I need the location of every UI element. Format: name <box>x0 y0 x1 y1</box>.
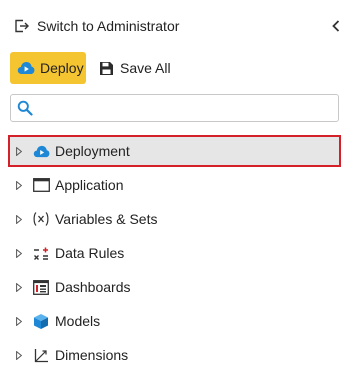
search-icon <box>17 100 33 116</box>
expand-caret-icon[interactable] <box>16 350 24 360</box>
tree-item-dashboards[interactable]: Dashboards <box>8 271 341 303</box>
plus-minus-rules-icon <box>32 244 50 262</box>
tree-item-application[interactable]: Application <box>8 169 341 201</box>
toolbar: Deploy Save All <box>10 52 171 84</box>
axis-icon <box>32 346 50 364</box>
cloud-deploy-icon <box>17 60 35 76</box>
tree-item-dimensions[interactable]: Dimensions <box>8 339 341 371</box>
tree-item-variables-and-sets[interactable]: Variables & Sets <box>8 203 341 235</box>
expand-caret-icon[interactable] <box>16 146 24 156</box>
chevron-left-icon <box>332 20 340 32</box>
expand-caret-icon[interactable] <box>16 282 24 292</box>
expand-caret-icon[interactable] <box>16 214 24 224</box>
tree-item-models[interactable]: Models <box>8 305 341 337</box>
exit-icon <box>14 19 29 33</box>
cube-icon <box>32 312 50 330</box>
search-input[interactable] <box>37 97 327 119</box>
tree-item-deployment[interactable]: Deployment <box>8 135 341 167</box>
tree-item-label: Data Rules <box>55 245 125 261</box>
top-bar: Switch to Administrator <box>0 0 349 52</box>
expand-caret-icon[interactable] <box>16 316 24 326</box>
expand-caret-icon[interactable] <box>16 180 24 190</box>
tree-item-label: Models <box>55 313 101 329</box>
dashboard-grid-icon <box>32 278 50 296</box>
save-all-button[interactable]: Save All <box>99 52 171 84</box>
cloud-deploy-icon <box>32 142 50 160</box>
tree-item-label: Dimensions <box>55 347 129 363</box>
tree-item-label: Variables & Sets <box>55 211 158 227</box>
tree-item-label: Deployment <box>55 143 130 159</box>
tree-item-label: Dashboards <box>55 279 131 295</box>
save-all-label: Save All <box>120 60 171 76</box>
deploy-button[interactable]: Deploy <box>10 52 86 84</box>
floppy-disk-icon <box>99 61 114 76</box>
switch-to-administrator-label: Switch to Administrator <box>37 18 180 34</box>
function-x-icon <box>32 210 50 228</box>
tree-item-label: Application <box>55 177 124 193</box>
window-icon <box>32 176 50 194</box>
search-box <box>10 94 339 122</box>
deploy-label: Deploy <box>40 60 84 76</box>
switch-to-administrator-button[interactable]: Switch to Administrator <box>14 16 179 36</box>
collapse-panel-button[interactable] <box>329 18 343 34</box>
expand-caret-icon[interactable] <box>16 248 24 258</box>
tree-item-data-rules[interactable]: Data Rules <box>8 237 341 269</box>
